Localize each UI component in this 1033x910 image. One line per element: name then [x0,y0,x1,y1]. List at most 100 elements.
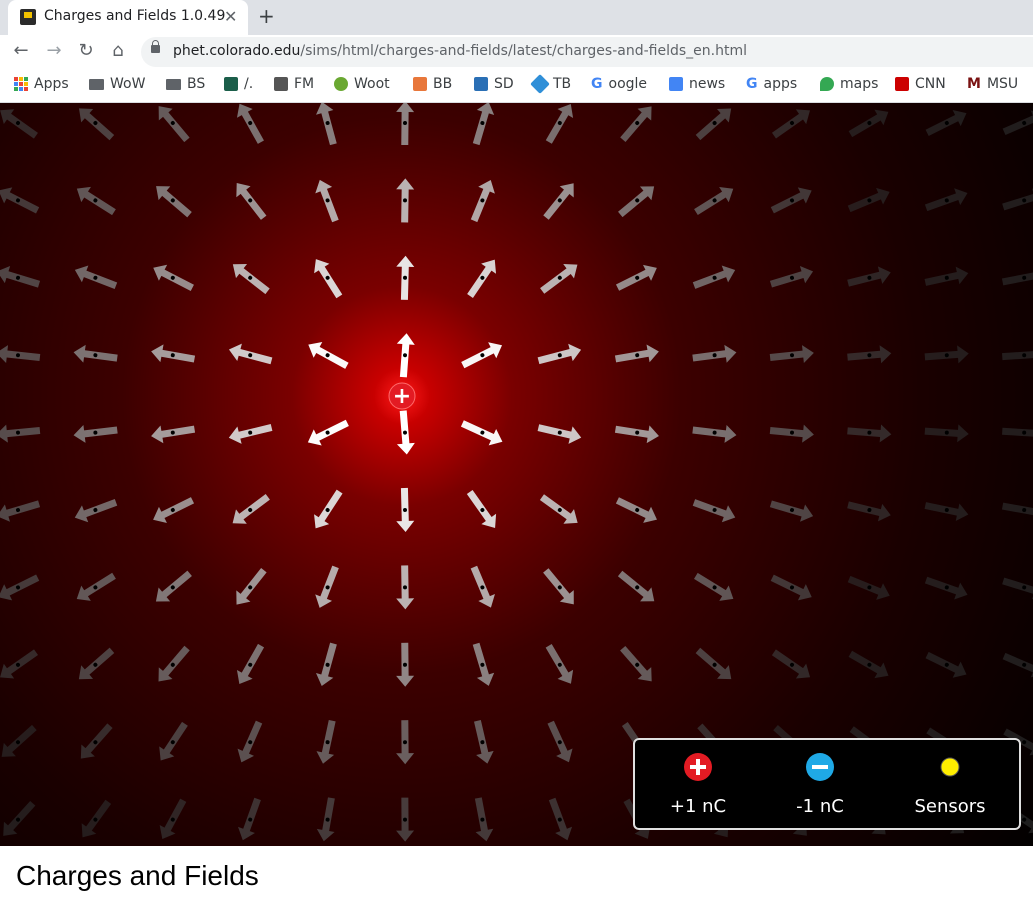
negative-charge-label: -1 nC [796,796,844,817]
field-arrow [847,501,891,522]
field-arrow [314,489,343,529]
bookmark-google[interactable]: Google [591,76,647,92]
field-arrow [158,106,190,143]
forward-arrow-icon[interactable]: → [42,40,66,61]
browser-tab[interactable]: Charges and Fields 1.0.49 ✕ [8,0,248,35]
field-arrow [769,500,814,522]
field-arrow [467,259,497,298]
simulation-canvas[interactable]: + +1 nC -1 nC Sensors [0,103,1033,846]
field-arrow [540,264,578,294]
field-arrow [461,342,503,369]
cnn-icon [895,77,909,91]
field-arrow [615,497,657,523]
bookmark-msu[interactable]: M MSU [967,76,1018,92]
google-news-icon [669,77,683,91]
new-tab-button[interactable]: + [258,4,275,28]
field-arrow [156,186,192,218]
field-arrow [537,343,582,365]
field-arrow [769,265,814,288]
field-arrow [316,797,335,842]
field-arrow [396,642,415,687]
field-arrow [466,490,497,528]
reload-icon[interactable]: ↻ [74,40,98,61]
field-arrow [153,497,195,523]
slashdot-icon [224,77,238,91]
field-arrow [151,344,196,363]
field-arrow [548,797,573,841]
field-arrow [470,565,495,608]
field-arrow [74,265,118,289]
field-arrow [396,255,415,300]
field-arrow [238,797,261,841]
bookmark-maps[interactable]: maps [820,76,878,92]
field-arrow [159,798,187,839]
field-arrow [539,494,578,524]
address-bar[interactable]: phet.colorado.edu/sims/html/charges-and-… [141,37,1033,67]
field-arrow [692,499,736,523]
field-arrow [769,424,814,443]
field-arrow [73,424,118,443]
field-arrow [618,186,655,218]
field-arrow [0,649,39,679]
sd-icon [474,77,488,91]
field-arrow [771,109,811,139]
field-arrow [315,179,339,223]
bookmarks-bar: Apps WoW BS /. FM Woot BB SD TB Google n… [0,70,1033,103]
field-arrow [770,574,812,601]
field-arrow [1002,577,1033,600]
field-arrow [543,568,574,605]
field-arrow [847,575,890,600]
close-tab-icon[interactable]: ✕ [224,7,237,26]
field-arrow [847,187,890,213]
field-arrow [396,487,415,532]
bookmark-news[interactable]: news [669,76,725,92]
field-arrow [232,493,270,524]
field-arrow [0,265,41,288]
bookmark-sd[interactable]: SD [474,76,514,92]
field-arrow [692,344,737,363]
google-g-icon: G [746,76,758,92]
field-arrow [155,570,192,602]
field-arrow [78,647,115,680]
field-arrow [396,178,415,223]
home-icon[interactable]: ⌂ [106,40,130,61]
bookmark-cnn[interactable]: CNN [895,76,946,92]
field-arrow [0,500,41,522]
field-arrow [1,724,37,757]
back-arrow-icon[interactable]: ← [9,40,33,61]
field-arrow [236,567,267,605]
field-arrow [1002,424,1033,443]
bookmark-bb[interactable]: BB [413,76,452,92]
field-arrow [396,333,415,378]
field-arrow [236,643,265,684]
field-arrow [924,502,969,522]
field-arrow [474,797,494,842]
bookmark-bs[interactable]: BS [166,76,205,92]
google-g-icon: G [591,76,603,92]
field-arrow [547,720,573,763]
field-arrow [316,103,337,146]
field-arrow [237,720,263,763]
bookmark-apps-google[interactable]: Gapps [746,76,797,92]
bookmark-apps[interactable]: Apps [14,76,69,92]
apps-grid-icon [14,77,28,91]
field-arrow [545,103,574,144]
field-arrow [396,410,415,455]
field-arrow [847,345,892,364]
field-arrow [0,345,41,363]
bookmark-tb[interactable]: TB [530,74,571,94]
bookmark-fm[interactable]: FM [274,76,314,92]
field-arrow [925,110,967,136]
field-arrow [74,499,118,523]
bb-icon [413,77,427,91]
field-arrow [1002,188,1033,211]
bookmark-slashdot[interactable]: /. [224,76,253,92]
field-arrow [80,723,113,759]
field-arrow [474,719,494,764]
bookmark-wow[interactable]: WoW [89,76,145,92]
field-arrow [924,188,968,212]
field-arrow [159,721,188,761]
charge-toolbox: +1 nC -1 nC Sensors [633,738,1021,830]
field-arrow [924,424,969,443]
bookmark-woot[interactable]: Woot [334,76,390,92]
